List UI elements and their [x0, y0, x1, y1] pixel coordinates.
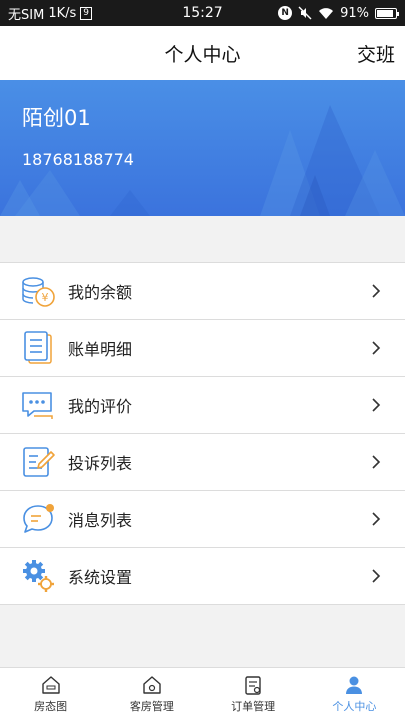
bill-icon: [20, 330, 56, 366]
nfc-icon: N: [278, 6, 293, 20]
banner-mountains-decoration: [0, 105, 405, 216]
room-manage-icon: [143, 676, 161, 694]
message-icon: [20, 501, 56, 537]
battery-percent: 91%: [340, 5, 369, 21]
tab-room-status[interactable]: 房态图: [0, 668, 101, 720]
battery-fill: [377, 9, 393, 17]
chevron-right-icon: [372, 512, 381, 526]
room-status-icon: [41, 676, 60, 694]
comment-icon: [20, 387, 56, 423]
wifi-icon: [319, 7, 334, 19]
tab-label-order: 订单管理: [231, 700, 276, 713]
menu-label-review: 我的评价: [68, 397, 133, 416]
menu-item-complaint[interactable]: 投诉列表: [0, 434, 405, 491]
chevron-right-icon: [372, 341, 381, 355]
tab-personal-center[interactable]: 个人中心: [304, 668, 405, 720]
chevron-right-icon: [372, 398, 381, 412]
menu-label-settings: 系统设置: [68, 568, 133, 587]
menu-label-balance: 我的余额: [68, 283, 133, 302]
status-bar: 无SIM 1K/s 9 15:27 N 91%: [0, 0, 405, 26]
menu-label-message: 消息列表: [68, 511, 133, 530]
menu-label-complaint: 投诉列表: [68, 454, 133, 473]
settings-icon: [20, 558, 56, 594]
menu-label-bill: 账单明细: [68, 340, 133, 359]
menu-item-settings[interactable]: 系统设置: [0, 548, 405, 605]
chevron-right-icon: [372, 284, 381, 298]
menu-list: ¥ 我的余额 账单明细 我的评价 投诉列表 消息列表 系统设置: [0, 262, 405, 605]
tab-label-personal-center: 个人中心: [332, 700, 377, 713]
tab-label-room-manage: 客房管理: [129, 700, 174, 713]
menu-item-review[interactable]: 我的评价: [0, 377, 405, 434]
coins-icon: ¥: [20, 273, 56, 309]
status-left: 无SIM 1K/s 9: [8, 4, 278, 23]
chevron-right-icon: [372, 455, 381, 469]
tab-bar: 房态图 客房管理 订单管理 个人中心: [0, 667, 405, 720]
svg-text:¥: ¥: [42, 291, 49, 304]
complaint-icon: [20, 444, 56, 480]
menu-item-message[interactable]: 消息列表: [0, 491, 405, 548]
user-phone: 18768188774: [22, 150, 134, 169]
chevron-right-icon: [372, 569, 381, 583]
menu-item-bill[interactable]: 账单明细: [0, 320, 405, 377]
mute-icon: [298, 6, 312, 20]
nav-bar: 个人中心 交班: [0, 26, 405, 80]
tab-label-room-status: 房态图: [34, 700, 68, 713]
user-name: 陌创01: [22, 106, 91, 130]
battery-icon: [375, 7, 399, 19]
tab-order[interactable]: 订单管理: [203, 668, 304, 720]
status-right: N 91%: [278, 5, 399, 21]
order-icon: [245, 676, 261, 695]
tab-room-manage[interactable]: 客房管理: [101, 668, 202, 720]
profile-banner: 陌创01 18768188774: [0, 80, 405, 216]
page-title: 个人中心: [164, 43, 241, 66]
handover-button[interactable]: 交班: [357, 40, 395, 67]
network-speed: 1K/s: [48, 5, 77, 21]
sim-badge: 9: [80, 6, 92, 20]
carrier-text: 无SIM: [8, 7, 45, 23]
menu-item-balance[interactable]: ¥ 我的余额: [0, 263, 405, 320]
person-icon: [346, 676, 363, 694]
